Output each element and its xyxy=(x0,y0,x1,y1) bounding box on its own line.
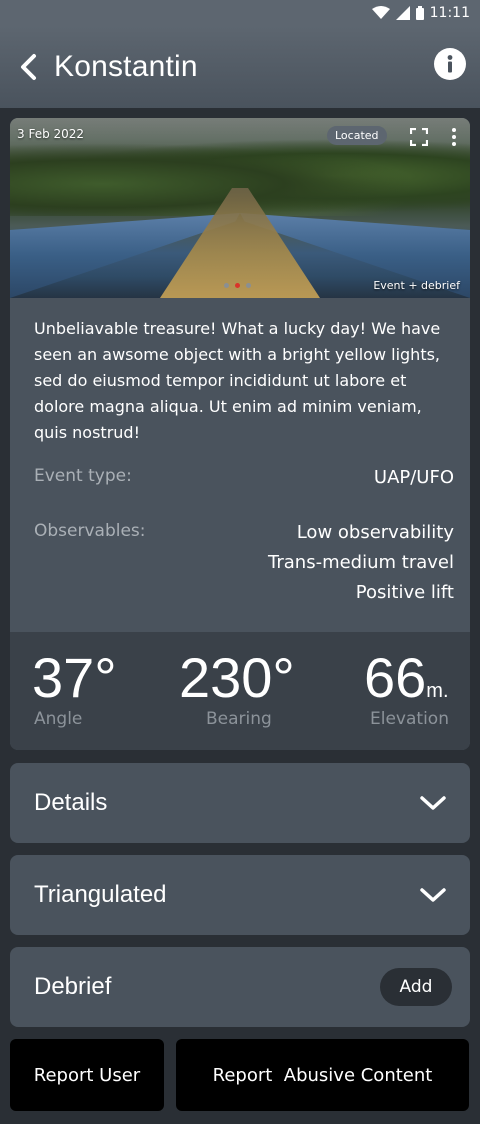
elevation-label: Elevation xyxy=(370,709,449,729)
fullscreen-icon xyxy=(409,127,429,147)
chevron-left-icon xyxy=(21,54,36,80)
report-user-button[interactable]: Report User xyxy=(10,1039,164,1111)
details-title: Details xyxy=(34,789,108,816)
status-bar: 11:11 xyxy=(0,0,480,26)
report-content-button[interactable]: Report Abusive Content xyxy=(176,1039,469,1111)
back-button[interactable] xyxy=(18,49,44,85)
triangulated-section[interactable]: Triangulated xyxy=(10,855,470,935)
debrief-title: Debrief xyxy=(34,973,112,1000)
event-card: 3 Feb 2022 Located Event + debrief Unbel… xyxy=(10,118,470,750)
details-section[interactable]: Details xyxy=(10,763,470,843)
triangulated-title: Triangulated xyxy=(34,881,167,908)
battery-icon xyxy=(415,6,424,20)
carousel-dot[interactable] xyxy=(224,283,229,288)
carousel-dot[interactable] xyxy=(246,283,251,288)
chevron-down-icon xyxy=(420,888,446,902)
photo-date: 3 Feb 2022 xyxy=(17,127,85,141)
bearing-value: 230° xyxy=(179,646,295,709)
located-badge: Located xyxy=(327,126,387,145)
event-photo[interactable]: 3 Feb 2022 Located Event + debrief xyxy=(10,118,470,298)
wifi-icon xyxy=(371,6,390,20)
observables-list: Low observability Trans-medium travel Po… xyxy=(268,518,454,608)
event-type-label: Event type: xyxy=(34,466,132,486)
observable-item: Positive lift xyxy=(355,582,454,603)
measurement-stats: 37° Angle 230° Bearing 66m. Elevation xyxy=(10,632,470,750)
bearing-label: Bearing xyxy=(206,709,272,729)
info-icon xyxy=(447,55,453,73)
chevron-down-icon xyxy=(420,796,446,810)
elevation-number: 66 xyxy=(364,646,427,709)
event-description: Unbeliavable treasure! What a lucky day!… xyxy=(34,319,441,442)
status-time: 11:11 xyxy=(429,5,470,21)
angle-value: 37° xyxy=(32,646,117,709)
observables-label: Observables: xyxy=(34,521,146,541)
page-title: Konstantin xyxy=(54,50,198,83)
event-type-value: UAP/UFO xyxy=(373,467,454,488)
angle-label: Angle xyxy=(34,709,83,729)
kebab-menu-icon xyxy=(452,128,456,146)
info-button[interactable] xyxy=(434,48,466,80)
debrief-section: Debrief Add xyxy=(10,947,470,1027)
app-bar: Konstantin xyxy=(0,26,480,108)
carousel-indicator xyxy=(224,283,251,288)
photo-caption: Event + debrief xyxy=(373,279,460,292)
add-debrief-button[interactable]: Add xyxy=(380,968,452,1006)
observable-item: Trans-medium travel xyxy=(268,552,454,573)
carousel-dot-active[interactable] xyxy=(235,283,240,288)
signal-icon xyxy=(395,6,410,20)
observable-item: Low observability xyxy=(296,522,454,543)
elevation-unit: m. xyxy=(426,680,449,702)
fullscreen-button[interactable] xyxy=(409,127,429,150)
more-options-button[interactable] xyxy=(450,128,458,150)
